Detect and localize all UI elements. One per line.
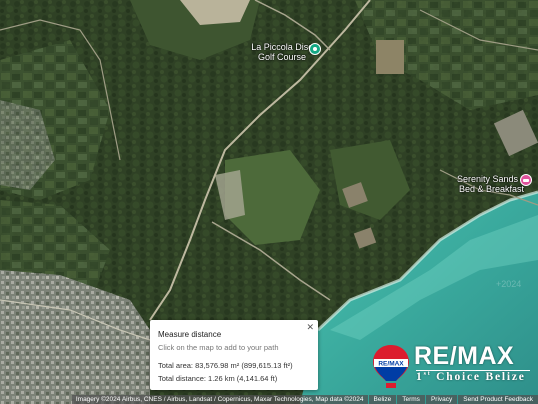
feedback-link[interactable]: Send Product Feedback (458, 395, 538, 404)
attribution-bar: Imagery ©2024 Airbus, CNES / Airbus, Lan… (0, 395, 538, 404)
remax-balloon-text: RE/MAX (378, 361, 404, 368)
sea-watermark: +2024 (496, 279, 521, 289)
measure-title: Measure distance (158, 330, 222, 339)
region-link[interactable]: Belize (368, 395, 397, 404)
remax-subtitle-text: Choice Belize (431, 371, 526, 383)
bed-glyph (523, 178, 529, 182)
terms-link[interactable]: Terms (397, 395, 425, 404)
quarry (376, 40, 404, 74)
golf-pin-icon[interactable] (309, 43, 321, 55)
remax-balloon-icon: RE/MAX (373, 345, 409, 388)
close-icon[interactable]: ✕ (306, 322, 314, 333)
total-area: Total area: 83,576.98 m² (899,615.13 ft²… (158, 361, 293, 370)
remax-logo: RE/MAX RE/MAX 1st Choice Belize (372, 340, 532, 392)
remax-subtitle: 1st Choice Belize (416, 371, 526, 383)
imagery-credits: Imagery ©2024 Airbus, CNES / Airbus, Lan… (71, 395, 368, 404)
golf-pin-dot (313, 47, 317, 51)
measure-distance-panel: ✕ Measure distance Click on the map to a… (150, 320, 318, 390)
total-distance: Total distance: 1.26 km (4,141.64 ft) (158, 374, 278, 383)
privacy-link[interactable]: Privacy (425, 395, 458, 404)
measure-hint: Click on the map to add to your path (158, 343, 279, 352)
remax-subtitle-number: 1 (416, 371, 424, 383)
remax-subtitle-ordinal: st (423, 371, 432, 378)
bed-icon[interactable] (520, 174, 532, 186)
remax-wordmark: RE/MAX (414, 342, 515, 370)
